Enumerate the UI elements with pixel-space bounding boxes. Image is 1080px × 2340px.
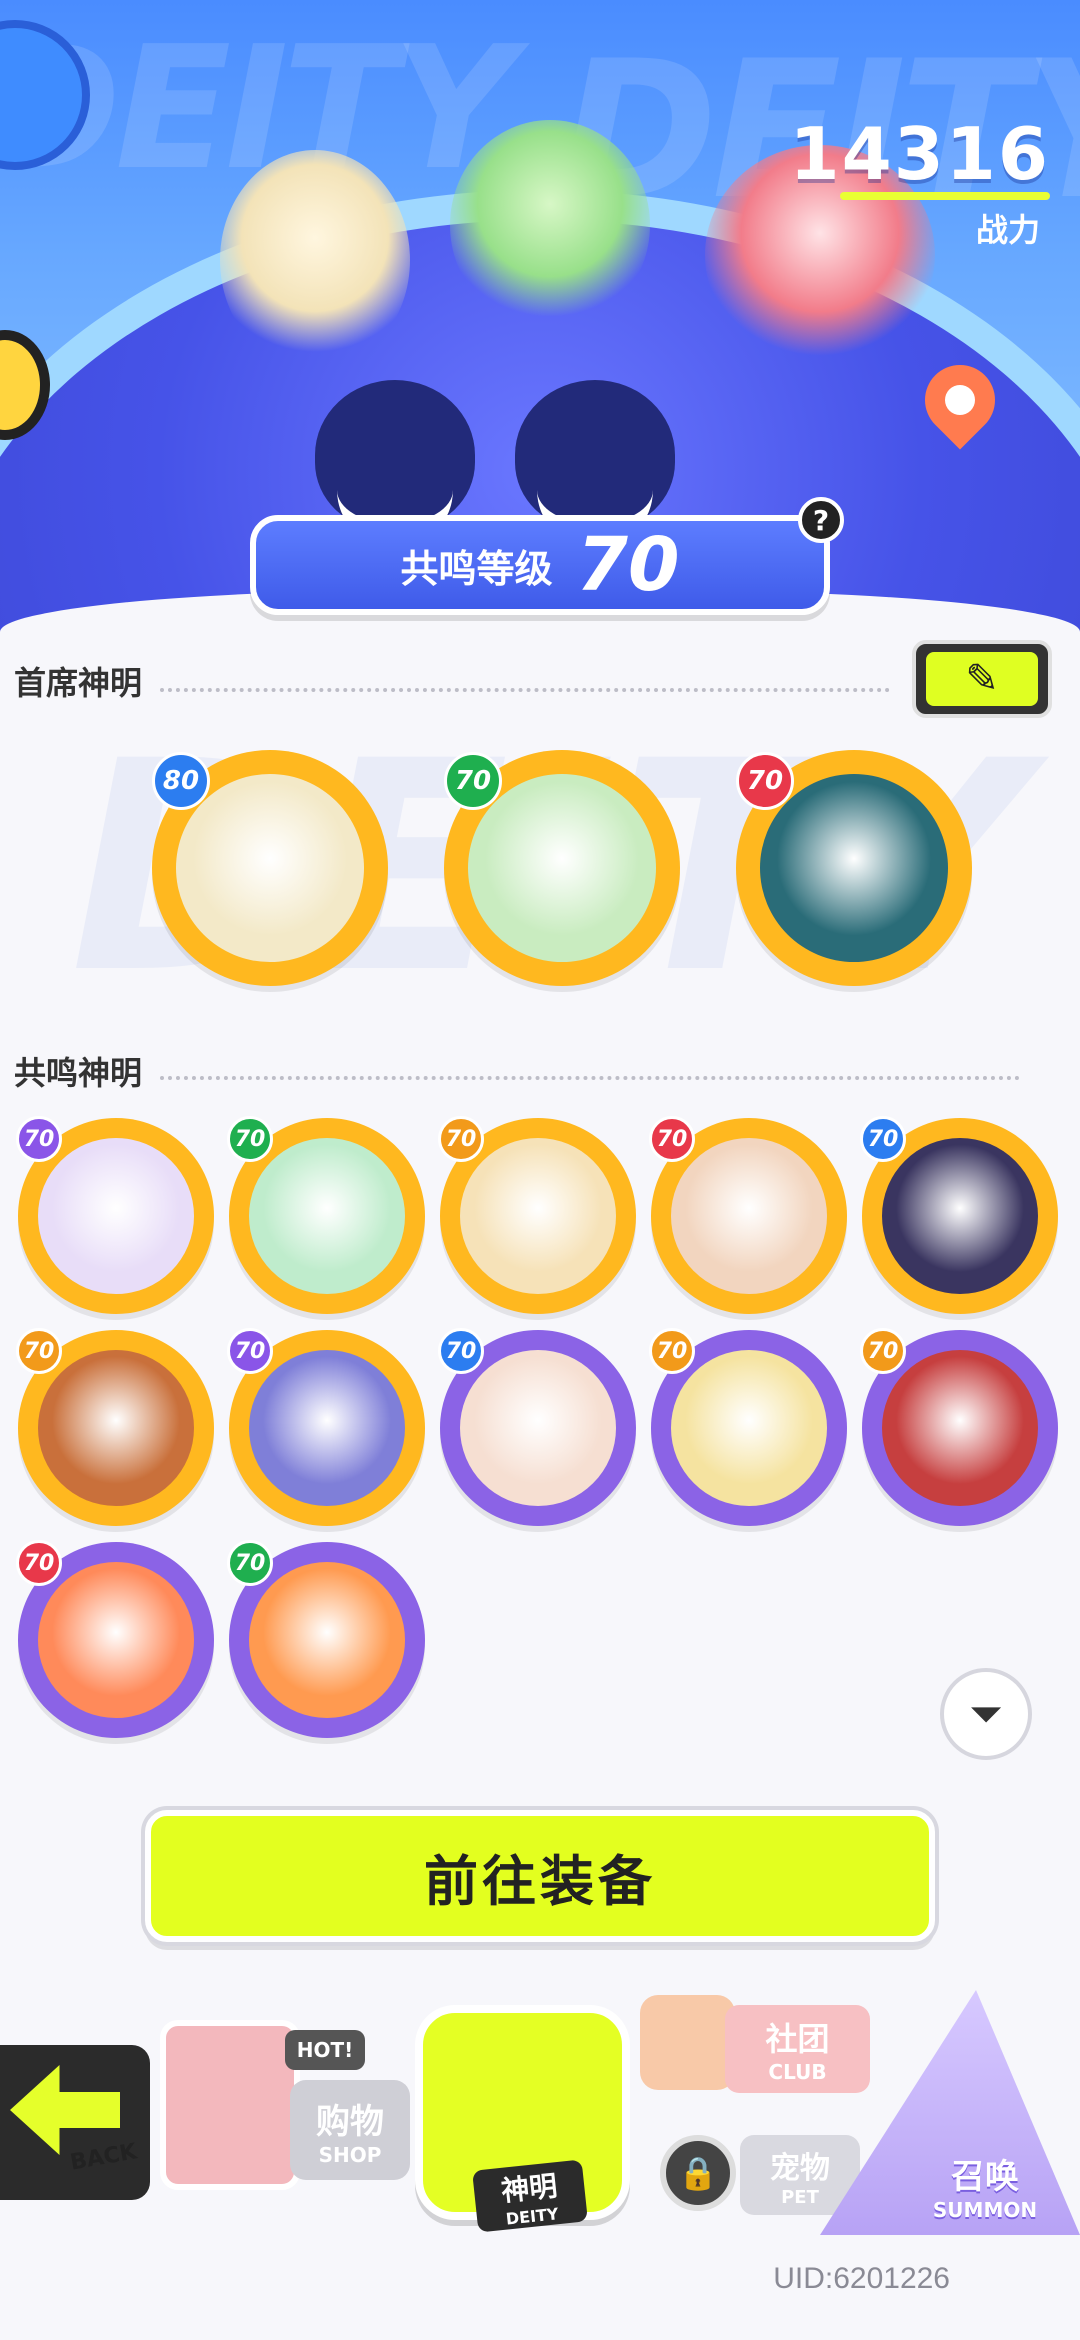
deity-level-badge: 70 bbox=[860, 1116, 906, 1162]
deity-portrait bbox=[468, 774, 656, 962]
deity-level-badge: 70 bbox=[16, 1116, 62, 1162]
deity-label-cn: 神明 bbox=[499, 2168, 559, 2208]
deity-portrait bbox=[249, 1138, 405, 1294]
power-underline bbox=[840, 192, 1050, 200]
resonant-deity-avatar[interactable]: 70 bbox=[227, 1328, 425, 1526]
resonant-deity-avatar[interactable]: 70 bbox=[860, 1328, 1058, 1526]
shop-hot-badge: HOT! bbox=[285, 2030, 365, 2070]
resonant-divider bbox=[160, 1076, 1020, 1080]
deity-portrait bbox=[249, 1350, 405, 1506]
chief-divider bbox=[160, 688, 890, 692]
summon-label-plate: 召唤 SUMMON bbox=[910, 2145, 1060, 2225]
chief-deity-avatar[interactable]: 70 bbox=[444, 750, 680, 986]
resonance-level-panel: 共鸣等级 70 bbox=[250, 515, 830, 615]
back-button[interactable]: BACK bbox=[0, 2045, 150, 2200]
chief-deity-avatar[interactable]: 70 bbox=[736, 750, 972, 986]
deity-portrait bbox=[671, 1350, 827, 1506]
deity-level-badge: 70 bbox=[16, 1540, 62, 1586]
filter-button[interactable]: ⏷ bbox=[940, 1668, 1032, 1760]
resonant-section-title: 共鸣神明 bbox=[14, 1054, 143, 1092]
deity-portrait bbox=[671, 1138, 827, 1294]
help-icon[interactable]: ? bbox=[798, 497, 844, 543]
resonant-deity-avatar[interactable]: 70 bbox=[860, 1116, 1058, 1314]
chief-deity-avatar[interactable]: 80 bbox=[152, 750, 388, 986]
deity-level-badge: 70 bbox=[860, 1328, 906, 1374]
deity-label-plate: 神明 DEITY bbox=[472, 2159, 588, 2233]
shop-label-en: SHOP bbox=[318, 2142, 382, 2167]
deity-level-badge: 70 bbox=[736, 752, 794, 810]
filter-icon: ⏷ bbox=[969, 1689, 1003, 1738]
shop-vending-icon bbox=[160, 2020, 300, 2190]
deity-portrait bbox=[882, 1138, 1038, 1294]
deity-portrait bbox=[882, 1350, 1038, 1506]
edit-pencil-icon: ✎ bbox=[926, 652, 1038, 706]
chief-section-title: 首席神明 bbox=[14, 664, 143, 702]
resonant-deity-avatar[interactable]: 70 bbox=[16, 1328, 214, 1526]
go-equip-label: 前往装备 bbox=[424, 1849, 656, 1913]
pet-lock-icon: 🔒 bbox=[660, 2135, 736, 2211]
deity-level-badge: 70 bbox=[227, 1540, 273, 1586]
globe-eye-left bbox=[315, 380, 475, 548]
deity-level-badge: 70 bbox=[649, 1328, 695, 1374]
summon-label-cn: 召唤 bbox=[951, 2156, 1019, 2197]
resonant-deity-avatar[interactable]: 70 bbox=[649, 1116, 847, 1314]
pet-label-en: PET bbox=[781, 2186, 819, 2208]
resonant-deity-avatar[interactable]: 70 bbox=[16, 1116, 214, 1314]
nav-shop[interactable]: HOT! 购物 SHOP bbox=[160, 1990, 410, 2200]
deity-portrait bbox=[38, 1350, 194, 1506]
deity-level-badge: 70 bbox=[227, 1328, 273, 1374]
resonant-deity-avatar[interactable]: 70 bbox=[227, 1540, 425, 1738]
shop-label-plate: 购物 SHOP bbox=[290, 2080, 410, 2180]
deity-label-en: DEITY bbox=[504, 2203, 560, 2229]
deity-level-badge: 70 bbox=[438, 1328, 484, 1374]
deity-portrait bbox=[460, 1138, 616, 1294]
deity-level-badge: 70 bbox=[16, 1328, 62, 1374]
resonant-deity-avatar[interactable]: 70 bbox=[16, 1540, 214, 1738]
deity-portrait bbox=[460, 1350, 616, 1506]
power-label: 战力 bbox=[975, 211, 1040, 249]
back-label: BACK bbox=[68, 2139, 139, 2176]
resonance-label: 共鸣等级 bbox=[400, 546, 553, 591]
user-id-label: UID:6201226 bbox=[773, 2262, 950, 2295]
deity-level-badge: 70 bbox=[444, 752, 502, 810]
nav-summon[interactable]: 召唤 SUMMON bbox=[820, 1990, 1080, 2235]
resonant-deity-avatar[interactable]: 70 bbox=[438, 1328, 636, 1526]
edit-chief-button[interactable]: ✎ bbox=[912, 640, 1052, 718]
deity-level-badge: 70 bbox=[438, 1116, 484, 1162]
resonant-deity-avatar[interactable]: 70 bbox=[649, 1328, 847, 1526]
club-label-en: CLUB bbox=[768, 2060, 827, 2084]
deity-level-badge: 80 bbox=[152, 752, 210, 810]
power-value: 14316 bbox=[789, 112, 1050, 196]
resonance-level-value: 70 bbox=[576, 522, 680, 608]
summon-label-en: SUMMON bbox=[932, 2197, 1038, 2222]
resonant-deity-avatar[interactable]: 70 bbox=[438, 1116, 636, 1314]
globe-eye-right bbox=[515, 380, 675, 548]
shop-label-cn: 购物 bbox=[316, 2101, 384, 2142]
deity-portrait bbox=[760, 774, 948, 962]
deity-level-badge: 70 bbox=[649, 1116, 695, 1162]
back-arrow-icon bbox=[10, 2065, 120, 2155]
deity-figure-1[interactable] bbox=[220, 150, 410, 370]
deity-portrait bbox=[38, 1138, 194, 1294]
deity-figure-2[interactable] bbox=[450, 120, 650, 330]
deity-portrait bbox=[249, 1562, 405, 1718]
nav-deity[interactable]: 神明 DEITY bbox=[415, 1985, 635, 2235]
resonant-deity-avatar[interactable]: 70 bbox=[227, 1116, 425, 1314]
deity-level-badge: 70 bbox=[227, 1116, 273, 1162]
club-bag-icon bbox=[640, 1995, 735, 2090]
deity-portrait bbox=[38, 1562, 194, 1718]
go-equip-button[interactable]: 前往装备 bbox=[145, 1810, 935, 1942]
deity-portrait bbox=[176, 774, 364, 962]
